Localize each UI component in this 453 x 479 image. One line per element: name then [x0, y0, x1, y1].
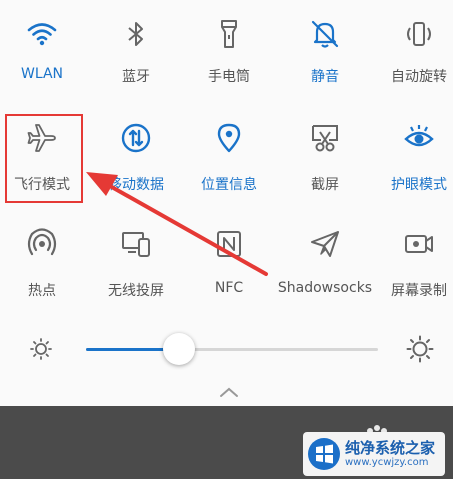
annotation-arrow — [86, 172, 268, 276]
watermark-title: 纯净系统之家 — [345, 439, 436, 457]
brightness-slider[interactable] — [86, 348, 378, 351]
watermark-logo — [308, 438, 340, 470]
quick-settings-panel: WLAN 蓝牙 手电筒 静音 自动旋转 飞行模式 移动数据 位置信息 截屏 护眼… — [0, 0, 453, 406]
watermark-url: www.ycwjzy.com — [345, 457, 429, 468]
brightness-low-icon — [30, 338, 52, 364]
brightness-high-icon — [406, 335, 434, 367]
collapse-chevron-icon[interactable] — [219, 383, 239, 402]
watermark: 纯净系统之家 www.ycwjzy.com — [303, 432, 445, 476]
